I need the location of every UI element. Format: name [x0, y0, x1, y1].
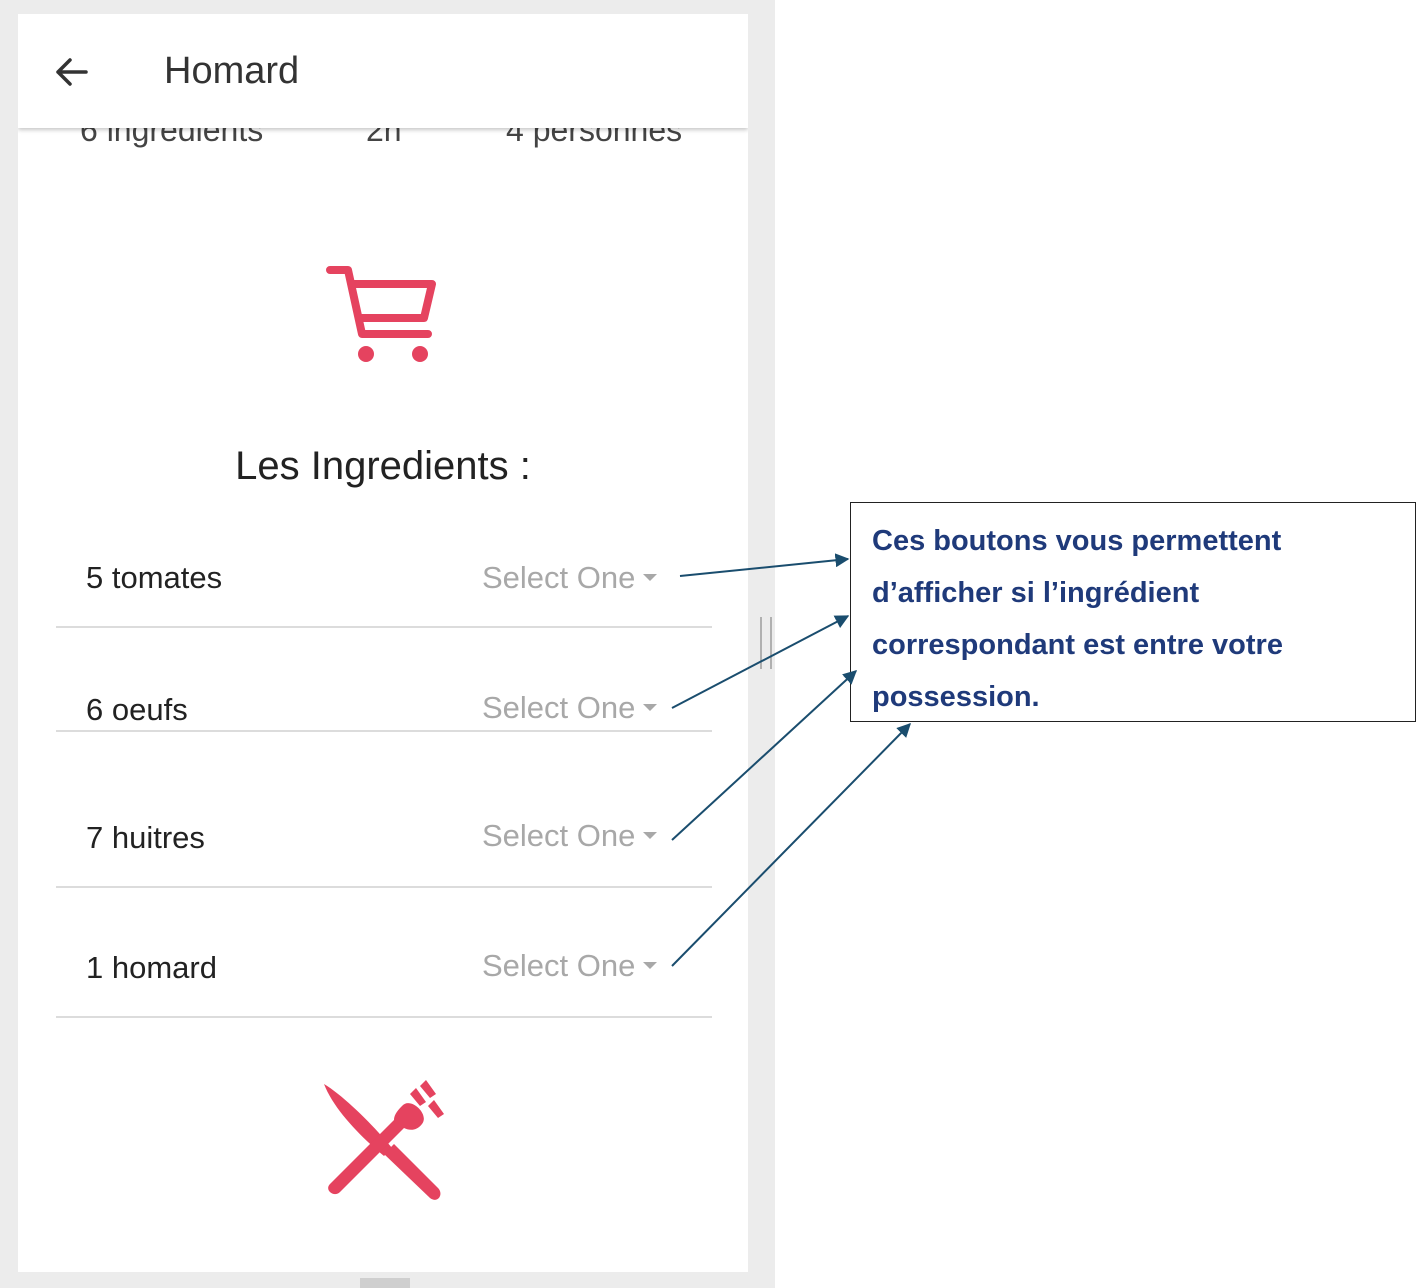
ingredient-select[interactable]: Select One	[482, 948, 658, 984]
select-placeholder: Select One	[482, 690, 636, 725]
ingredient-row: 5 tomates Select One	[56, 544, 712, 628]
scrollbar-grip[interactable]	[760, 617, 772, 669]
ingredient-label: 1 homard	[86, 950, 217, 985]
ingredient-select[interactable]: Select One	[482, 560, 658, 596]
select-placeholder: Select One	[482, 948, 636, 983]
caret-down-icon	[643, 704, 658, 712]
ingredient-select[interactable]: Select One	[482, 690, 658, 726]
knife-fork-icon	[324, 1080, 444, 1200]
app-screen: Homard 6 ingredients 2h 4 personnes Les …	[18, 14, 748, 1272]
arrow-left-icon[interactable]	[52, 52, 92, 92]
page-title: Homard	[164, 50, 300, 92]
ingredient-row: 1 homard Select One	[56, 888, 712, 1018]
ingredient-label: 7 huitres	[86, 820, 205, 855]
annotation-callout: Ces boutons vous permettent d’afficher s…	[850, 502, 1416, 722]
app-bar: Homard	[18, 14, 748, 128]
caret-down-icon	[643, 574, 658, 582]
ingredients-heading: Les Ingredients :	[235, 444, 531, 488]
ingredient-row: 7 huitres Select One	[56, 732, 712, 888]
select-placeholder: Select One	[482, 560, 636, 595]
caret-down-icon	[643, 962, 658, 970]
bottom-resize-handle	[360, 1278, 410, 1288]
caret-down-icon	[643, 832, 658, 840]
shopping-cart-icon	[326, 266, 436, 362]
ingredient-label: 5 tomates	[86, 560, 223, 595]
ingredient-row: 6 oeufs Select One	[56, 628, 712, 732]
ingredient-label: 6 oeufs	[86, 692, 188, 727]
select-placeholder: Select One	[482, 818, 636, 853]
ingredient-select[interactable]: Select One	[482, 818, 658, 854]
